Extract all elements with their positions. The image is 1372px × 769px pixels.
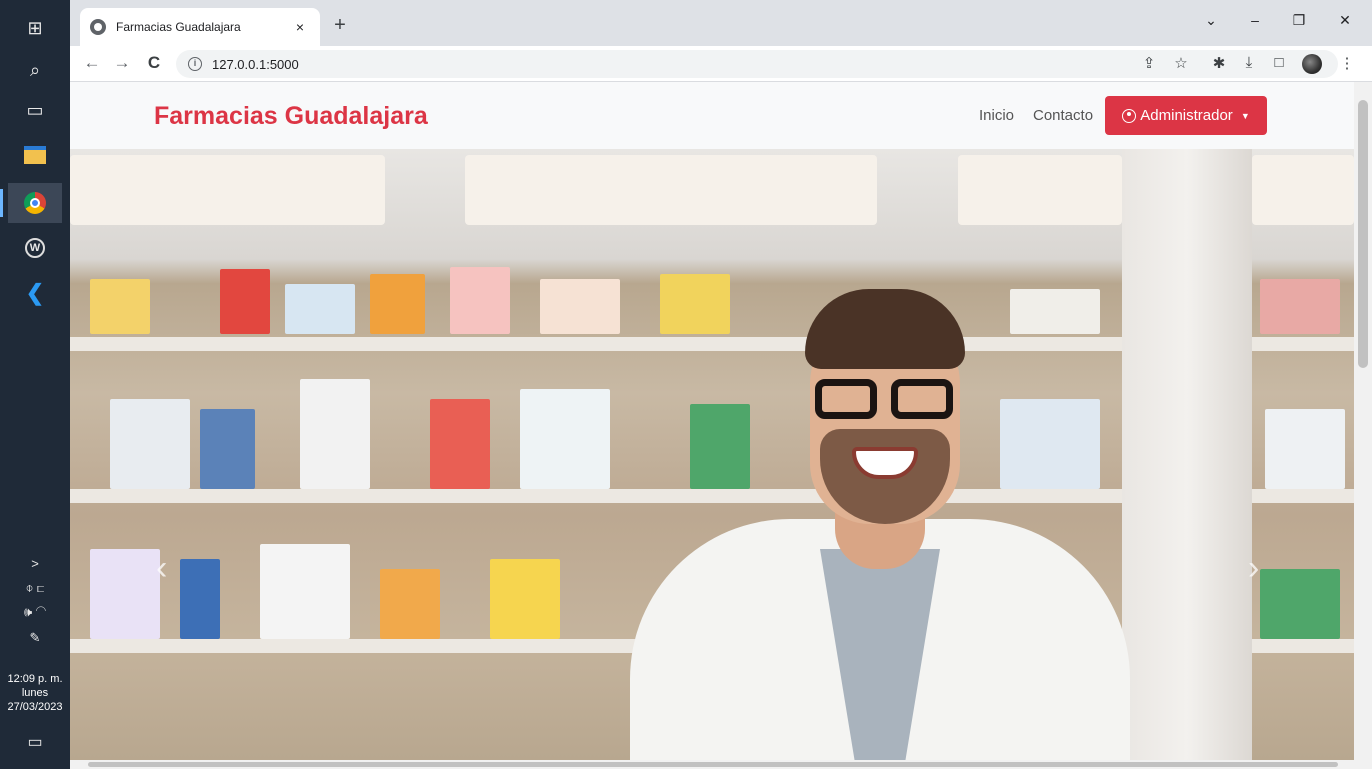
background-window	[465, 155, 877, 225]
administrador-label: Administrador	[1140, 107, 1233, 124]
download-icon[interactable]: ⤓	[1238, 54, 1260, 71]
page-viewport: Farmacias Guadalajara Inicio Contacto Ad…	[70, 82, 1354, 760]
carousel-next-button[interactable]: ›	[1248, 549, 1259, 588]
share-icon[interactable]: ⇪	[1138, 54, 1160, 72]
vertical-scrollbar[interactable]	[1354, 82, 1372, 760]
hair	[805, 289, 965, 369]
glasses	[815, 379, 955, 419]
product-box	[90, 549, 160, 639]
new-tab-button[interactable]: +	[328, 14, 352, 37]
user-circle-icon	[1122, 108, 1137, 123]
tray-device-icons[interactable]: ⌽ ⊏	[0, 580, 70, 596]
hero-carousel: ‹ ›	[70, 149, 1354, 760]
volume-wifi-icons[interactable]: 🕪 ◠	[0, 604, 70, 620]
site-info-icon[interactable]: i	[188, 57, 202, 71]
administrador-dropdown-button[interactable]: Administrador ▼	[1105, 96, 1267, 135]
browser-toolbar: ← → C i 127.0.0.1:5000 ⇪ ☆ ✱ ⤓ □ ⋮	[70, 46, 1372, 82]
reload-button[interactable]: C	[142, 53, 166, 73]
product-box	[200, 409, 255, 489]
nav-link-inicio[interactable]: Inicio	[979, 107, 1014, 124]
carousel-prev-button[interactable]: ‹	[156, 549, 167, 588]
tab-close-icon[interactable]: ×	[290, 19, 310, 35]
glasses-lens	[891, 379, 953, 419]
tab-strip: Farmacias Guadalajara × + ⌄ – ❐ ✕	[70, 0, 1372, 46]
site-navbar: Farmacias Guadalajara Inicio Contacto Ad…	[70, 82, 1354, 149]
product-box	[285, 284, 355, 334]
product-box	[430, 399, 490, 489]
browser-menu-icon[interactable]: ⋮	[1336, 54, 1358, 72]
restore-button[interactable]: ❐	[1284, 12, 1314, 29]
product-box	[110, 399, 190, 489]
vertical-scroll-thumb[interactable]	[1358, 100, 1368, 368]
bookmark-star-icon[interactable]: ☆	[1170, 54, 1192, 72]
tray-expand-icon[interactable]: >	[0, 556, 70, 571]
product-box	[180, 559, 220, 639]
back-button[interactable]: ←	[80, 53, 104, 73]
horizontal-scroll-thumb[interactable]	[88, 762, 1338, 767]
nav-link-contacto[interactable]: Contacto	[1033, 107, 1093, 124]
product-box	[1260, 569, 1340, 639]
chrome-icon[interactable]	[0, 183, 62, 223]
product-box	[260, 544, 350, 639]
pillar	[1122, 149, 1252, 760]
file-explorer-icon[interactable]	[8, 135, 62, 175]
product-box	[220, 269, 270, 334]
glasses-lens	[815, 379, 877, 419]
pharmacist-figure	[630, 249, 1130, 760]
product-box	[90, 279, 150, 334]
side-panel-icon[interactable]: □	[1268, 54, 1290, 71]
product-box	[490, 559, 560, 639]
browser-window: Farmacias Guadalajara × + ⌄ – ❐ ✕ ← → C …	[70, 0, 1372, 769]
brand-logo[interactable]: Farmacias Guadalajara	[154, 102, 428, 131]
extensions-icon[interactable]: ✱	[1208, 54, 1230, 72]
task-view-icon[interactable]: ▭	[8, 90, 62, 130]
clock-time: 12:09 p. m.	[7, 673, 63, 685]
product-box	[370, 274, 425, 334]
close-window-button[interactable]: ✕	[1330, 12, 1360, 29]
tab-farmacias[interactable]: Farmacias Guadalajara ×	[80, 8, 320, 46]
notifications-icon[interactable]: ▭	[0, 732, 70, 752]
product-box	[450, 267, 510, 334]
tab-title: Farmacias Guadalajara	[116, 20, 241, 34]
product-box	[1260, 279, 1340, 334]
product-box	[1265, 409, 1345, 489]
product-box	[520, 389, 610, 489]
clock[interactable]: 12:09 p. m. lunes 27/03/2023	[0, 672, 70, 714]
background-window	[958, 155, 1122, 225]
forward-button[interactable]: →	[110, 53, 134, 73]
search-icon[interactable]: ⌕	[8, 50, 62, 90]
product-box	[300, 379, 370, 489]
minimize-button[interactable]: –	[1240, 12, 1270, 28]
globe-icon	[90, 19, 106, 35]
product-box	[540, 279, 620, 334]
url-text[interactable]: 127.0.0.1:5000	[212, 57, 299, 72]
horizontal-scrollbar[interactable]	[70, 760, 1372, 769]
background-window	[1252, 155, 1354, 225]
app-w-icon[interactable]: W	[8, 228, 62, 268]
clock-day: lunes	[21, 687, 49, 699]
background-window	[70, 155, 385, 225]
tab-search-icon[interactable]: ⌄	[1196, 12, 1226, 29]
caret-down-icon: ▼	[1240, 110, 1250, 121]
profile-avatar[interactable]	[1302, 54, 1322, 74]
pen-icon[interactable]: ✎	[0, 630, 70, 646]
product-box	[380, 569, 440, 639]
windows-taskbar: ⊞ ⌕ ▭ W ❮ > ⌽ ⊏ 🕪 ◠ ✎ 12:09 p. m. lunes …	[0, 0, 70, 769]
address-bar[interactable]: i 127.0.0.1:5000	[176, 50, 1338, 78]
vscode-icon[interactable]: ❮	[8, 273, 62, 313]
clock-date: 27/03/2023	[7, 701, 63, 713]
windows-start-icon[interactable]: ⊞	[8, 8, 62, 48]
